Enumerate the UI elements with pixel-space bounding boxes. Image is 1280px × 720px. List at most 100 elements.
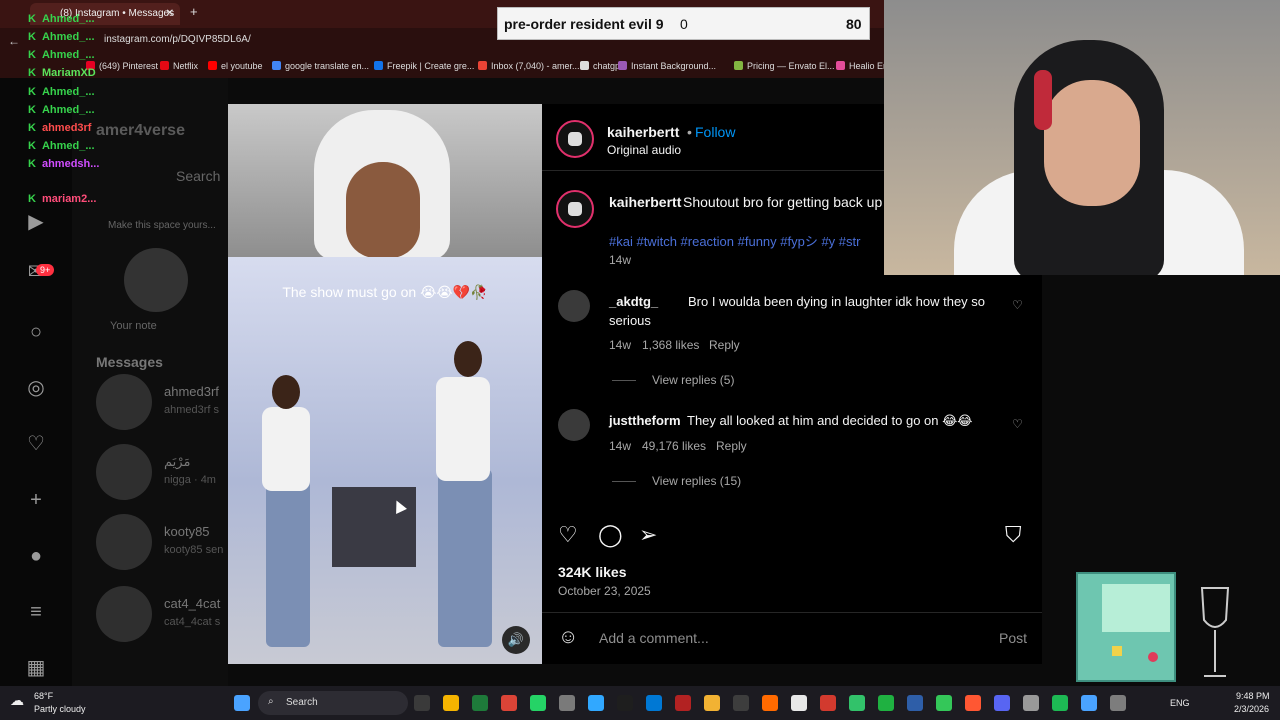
bookmark-item[interactable]: (649) Pinterest <box>86 61 158 71</box>
audio-label[interactable]: Original audio <box>607 143 681 157</box>
likes-count[interactable]: 324K likes <box>558 564 627 580</box>
comment-icon[interactable]: ◯ <box>598 522 623 548</box>
caption-avatar[interactable] <box>556 190 594 228</box>
taskbar-app-icon[interactable] <box>849 695 865 711</box>
view-replies-button[interactable]: View replies (5) <box>652 373 734 387</box>
bookmark-item[interactable]: Freepik | Create gre... <box>374 61 474 71</box>
caption-username[interactable]: kaiherbertt <box>609 194 681 210</box>
comment-like-heart-icon[interactable]: ♡ <box>1012 417 1023 431</box>
taskbar-app-icon[interactable] <box>704 695 720 711</box>
search-icon[interactable]: ○ <box>24 320 48 344</box>
taskbar-app-icon[interactable] <box>820 695 836 711</box>
post-comment-button[interactable]: Post <box>999 630 1027 646</box>
weather-temp[interactable]: 68°F <box>34 691 53 701</box>
comment-input[interactable]: Add a comment... <box>599 630 709 646</box>
commenter-avatar[interactable] <box>558 409 590 441</box>
taskbar-app-icon[interactable] <box>791 695 807 711</box>
bookmark-item[interactable]: Instant Background... <box>618 61 716 71</box>
taskbar-app-icon[interactable] <box>733 695 749 711</box>
url-field[interactable]: instagram.com/p/DQIVP85DL6A/ <box>104 34 251 45</box>
bookmark-item[interactable]: Pricing — Envato El... <box>734 61 835 71</box>
thread-name[interactable]: مَرْيَم <box>164 454 190 470</box>
taskbar-search[interactable]: ⌕ Search <box>258 691 408 715</box>
bookmark-item[interactable]: Netflix <box>160 61 198 71</box>
comment-username[interactable]: _akdtg_ <box>609 294 658 309</box>
weather-icon[interactable]: ☁ <box>10 692 24 709</box>
comment-username[interactable]: justtheform <box>609 413 681 428</box>
view-replies-button[interactable]: View replies (15) <box>652 474 741 488</box>
share-icon[interactable]: ➢ <box>639 522 657 548</box>
your-note-avatar[interactable] <box>124 248 188 312</box>
thread-avatar[interactable] <box>96 514 152 570</box>
thread-avatar[interactable] <box>96 444 152 500</box>
caption-hashtags[interactable]: #kai #twitch #reaction #funny #fypシ #y #… <box>609 231 883 250</box>
reels-icon[interactable]: ▶ <box>24 210 48 234</box>
chat-username: Ahmed_... <box>41 86 95 98</box>
post-video[interactable]: The show must go on 😭😭💔🥀 🔊 <box>228 104 542 664</box>
save-bookmark-icon[interactable]: ⛉ <box>1005 522 1022 548</box>
reply-button[interactable]: Reply <box>709 338 740 352</box>
taskbar-app-icon[interactable] <box>559 695 575 711</box>
taskbar-app-icon[interactable] <box>617 695 633 711</box>
create-icon[interactable]: + <box>24 488 48 512</box>
chat-message: Kmariam2... <box>28 193 96 205</box>
taskbar-app-icon[interactable] <box>994 695 1010 711</box>
taskbar-app-icon[interactable] <box>878 695 894 711</box>
taskbar-app-icon[interactable] <box>675 695 691 711</box>
new-tab-button[interactable]: + <box>190 4 198 19</box>
taskbar-app-icon[interactable] <box>588 695 604 711</box>
bookmark-item[interactable]: Healio Er <box>836 61 886 71</box>
author-username[interactable]: kaiherbertt <box>607 124 679 140</box>
taskbar-app-icon[interactable] <box>762 695 778 711</box>
thread-avatar[interactable] <box>96 586 152 642</box>
menu-icon[interactable]: ≡ <box>24 600 48 624</box>
taskbar-app-icon[interactable] <box>936 695 952 711</box>
explore-icon[interactable]: ◎ <box>24 376 48 400</box>
taskbar-app-icon[interactable] <box>907 695 923 711</box>
weather-desc[interactable]: Partly cloudy <box>34 704 86 714</box>
close-tab-icon[interactable]: ✕ <box>166 3 174 25</box>
emoji-icon[interactable]: ☺ <box>558 626 578 649</box>
taskbar-app-icon[interactable] <box>1052 695 1068 711</box>
taskbar-app-icon[interactable] <box>414 695 430 711</box>
taskbar-app-icon[interactable] <box>1023 695 1039 711</box>
like-heart-icon[interactable]: ♡ <box>558 522 578 548</box>
taskbar-app-icon[interactable] <box>443 695 459 711</box>
bookmark-item[interactable]: chatgpt <box>580 61 623 71</box>
taskbar-app-icon[interactable] <box>472 695 488 711</box>
taskbar-app-icon[interactable] <box>1110 695 1126 711</box>
reply-button[interactable]: Reply <box>716 439 747 453</box>
language-indicator[interactable]: ENG <box>1170 698 1190 708</box>
back-arrow-icon[interactable]: ← <box>8 34 20 48</box>
comment-likes[interactable]: 49,176 likes <box>642 439 706 453</box>
thread-name[interactable]: kooty85 <box>164 524 210 539</box>
comment-likes[interactable]: 1,368 likes <box>642 338 699 352</box>
kick-badge-icon: K <box>28 13 36 25</box>
follow-button[interactable]: Follow <box>695 124 735 140</box>
taskbar-app-icon[interactable] <box>1081 695 1097 711</box>
profile-avatar-icon[interactable]: ● <box>24 544 48 568</box>
more-apps-icon[interactable]: ▦ <box>24 656 48 680</box>
overlay-count: 0 <box>680 16 688 32</box>
taskbar-app-icon[interactable] <box>965 695 981 711</box>
thread-avatar[interactable] <box>96 374 152 430</box>
notifications-heart-icon[interactable]: ♡ <box>24 432 48 456</box>
account-name[interactable]: amer4verse <box>96 122 185 140</box>
thread-name[interactable]: cat4_4cat <box>164 596 220 611</box>
taskbar-app-icon[interactable] <box>501 695 517 711</box>
audio-toggle-icon[interactable]: 🔊 <box>502 626 530 654</box>
commenter-avatar[interactable] <box>558 290 590 322</box>
author-avatar[interactable] <box>556 120 594 158</box>
clock-date[interactable]: 2/3/2026 <box>1234 704 1269 714</box>
bookmark-item[interactable]: Inbox (7,040) - amer... <box>478 61 580 71</box>
taskbar-app-icon[interactable] <box>646 695 662 711</box>
bookmark-item[interactable]: el youtube <box>208 61 263 71</box>
notification-badge: 9+ <box>36 264 55 276</box>
start-button-icon[interactable] <box>234 695 250 711</box>
dm-search-input[interactable]: Search <box>176 168 220 184</box>
comment-like-heart-icon[interactable]: ♡ <box>1012 298 1023 312</box>
thread-name[interactable]: ahmed3rf <box>164 384 219 399</box>
clock-time[interactable]: 9:48 PM <box>1236 691 1270 701</box>
taskbar-app-icon[interactable] <box>530 695 546 711</box>
bookmark-item[interactable]: google translate en... <box>272 61 369 71</box>
